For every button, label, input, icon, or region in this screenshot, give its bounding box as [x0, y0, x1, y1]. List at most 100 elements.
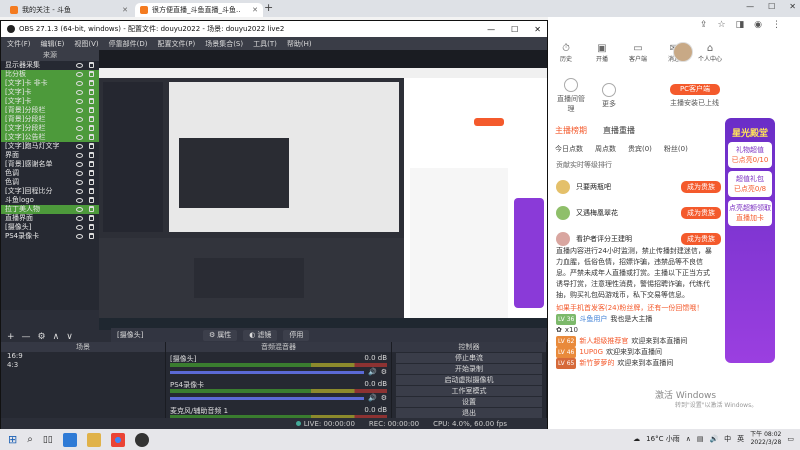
lock-icon[interactable]: [89, 197, 94, 203]
visibility-eye-icon[interactable]: [76, 180, 83, 185]
subtab-week[interactable]: 周点数: [595, 144, 616, 154]
visibility-eye-icon[interactable]: [76, 198, 83, 203]
deactivate-button[interactable]: 停用: [283, 329, 310, 341]
speaker-icon[interactable]: 🔊: [368, 394, 377, 402]
obs-icon[interactable]: [134, 432, 149, 447]
task-view-icon[interactable]: ▯▯: [43, 435, 53, 445]
visibility-eye-icon[interactable]: [76, 72, 83, 77]
notification-icon[interactable]: ▭: [787, 435, 794, 443]
minimize-icon[interactable]: —: [487, 25, 495, 34]
star-icon[interactable]: ☆: [718, 20, 726, 30]
promo-card[interactable]: 超值礼包 已点亮0/8: [728, 171, 772, 197]
menu-profile[interactable]: 配置文件(P): [158, 39, 196, 49]
visibility-eye-icon[interactable]: [76, 153, 83, 158]
subtab-vip[interactable]: 贵宾(0): [628, 144, 652, 154]
gear-icon[interactable]: ⚙: [381, 368, 387, 376]
move-down-icon[interactable]: ∨: [66, 332, 73, 342]
menu-scene-collection[interactable]: 场景集合(S): [205, 39, 243, 49]
source-item[interactable]: 界面: [1, 151, 99, 160]
header-history[interactable]: ⏱ 历史: [548, 43, 584, 63]
source-item[interactable]: [文字]分段栏: [1, 124, 99, 133]
visibility-eye-icon[interactable]: [76, 171, 83, 176]
visibility-eye-icon[interactable]: [76, 135, 83, 140]
gear-icon[interactable]: ⚙: [381, 394, 387, 402]
tab-my-follows[interactable]: 我的关注 - 斗鱼 ✕: [5, 3, 133, 17]
visibility-eye-icon[interactable]: [76, 81, 83, 86]
source-item[interactable]: 色调: [1, 178, 99, 187]
source-item[interactable]: [背景]分段栏: [1, 115, 99, 124]
menu-tools[interactable]: 工具(T): [253, 39, 277, 49]
become-noble-button[interactable]: 成为贵族: [681, 207, 721, 219]
volume-icon[interactable]: 🔊: [709, 435, 718, 443]
lock-icon[interactable]: [89, 215, 94, 221]
lock-icon[interactable]: [89, 224, 94, 230]
move-up-icon[interactable]: ∧: [53, 332, 60, 342]
source-item[interactable]: [文字]公告栏: [1, 133, 99, 142]
virtual-camera-button[interactable]: 启动虚拟摄像机: [396, 375, 542, 385]
explorer-icon[interactable]: [86, 432, 101, 447]
menu-help[interactable]: 帮助(H): [287, 39, 312, 49]
profile-icon[interactable]: ◉: [754, 20, 762, 30]
visibility-eye-icon[interactable]: [76, 216, 83, 221]
lock-icon[interactable]: [89, 152, 94, 158]
start-recording-button[interactable]: 开始录制: [396, 364, 542, 374]
visibility-eye-icon[interactable]: [76, 63, 83, 68]
visibility-eye-icon[interactable]: [76, 162, 83, 167]
more-button[interactable]: 更多: [594, 83, 624, 109]
tray-arrow-icon[interactable]: ∧: [686, 435, 691, 443]
source-item[interactable]: 显示器采集: [1, 61, 99, 70]
search-icon[interactable]: ⌕: [27, 434, 33, 445]
stop-streaming-button[interactable]: 停止串流: [396, 353, 542, 363]
become-noble-button[interactable]: 成为贵族: [681, 233, 721, 245]
source-item[interactable]: 色调: [1, 169, 99, 178]
source-item[interactable]: 比分板: [1, 70, 99, 79]
visibility-eye-icon[interactable]: [76, 126, 83, 131]
maximize-icon[interactable]: ☐: [768, 2, 775, 11]
visibility-eye-icon[interactable]: [76, 207, 83, 212]
network-icon[interactable]: ▤: [697, 435, 704, 443]
lang-indicator[interactable]: 英: [737, 434, 744, 444]
lock-icon[interactable]: [89, 125, 94, 131]
lock-icon[interactable]: [89, 179, 94, 185]
properties-button[interactable]: ⚙ 属性: [203, 329, 238, 341]
source-item[interactable]: [背景]分段栏: [1, 106, 99, 115]
subtab-today[interactable]: 今日点数: [555, 144, 583, 154]
close-icon[interactable]: ✕: [122, 6, 128, 14]
volume-slider[interactable]: [170, 370, 364, 374]
source-item[interactable]: [摄像头]: [1, 223, 99, 232]
ime-indicator[interactable]: 中: [724, 434, 731, 444]
menu-edit[interactable]: 编辑(E): [41, 39, 65, 49]
weather[interactable]: 16°C 小雨: [646, 434, 680, 444]
lock-icon[interactable]: [89, 170, 94, 176]
source-item[interactable]: 斗鱼logo: [1, 196, 99, 205]
close-icon[interactable]: ✕: [252, 6, 258, 14]
minimize-icon[interactable]: —: [746, 2, 754, 11]
source-item[interactable]: 直播界面: [1, 214, 99, 223]
new-tab-button[interactable]: +: [264, 1, 273, 14]
visibility-eye-icon[interactable]: [76, 234, 83, 239]
edge-icon[interactable]: [62, 432, 77, 447]
visibility-eye-icon[interactable]: [76, 117, 83, 122]
studio-mode-button[interactable]: 工作室模式: [396, 386, 542, 396]
menu-file[interactable]: 文件(F): [7, 39, 31, 49]
lock-icon[interactable]: [89, 62, 94, 68]
exit-button[interactable]: 退出: [396, 408, 542, 418]
settings-button[interactable]: 设置: [396, 397, 542, 407]
visibility-eye-icon[interactable]: [76, 108, 83, 113]
source-item[interactable]: [背景]感谢名单: [1, 160, 99, 169]
promo-card[interactable]: 礼物超值 已点亮0/10: [728, 142, 772, 168]
visibility-eye-icon[interactable]: [76, 189, 83, 194]
lock-icon[interactable]: [89, 89, 94, 95]
visibility-eye-icon[interactable]: [76, 90, 83, 95]
scene-item[interactable]: 4:3: [1, 361, 165, 370]
source-item[interactable]: [文字]卡: [1, 88, 99, 97]
close-icon[interactable]: ✕: [534, 25, 541, 34]
source-item[interactable]: [文字]跑马灯文字: [1, 142, 99, 151]
become-noble-button[interactable]: 成为贵族: [681, 181, 721, 193]
lock-icon[interactable]: [89, 107, 94, 113]
more-icon[interactable]: ⋮: [772, 20, 781, 30]
share-icon[interactable]: ⇪: [700, 20, 708, 30]
tab-caster-rank[interactable]: 主播榜期: [555, 125, 587, 136]
lock-icon[interactable]: [89, 80, 94, 86]
extension-icon[interactable]: ◨: [736, 20, 745, 30]
